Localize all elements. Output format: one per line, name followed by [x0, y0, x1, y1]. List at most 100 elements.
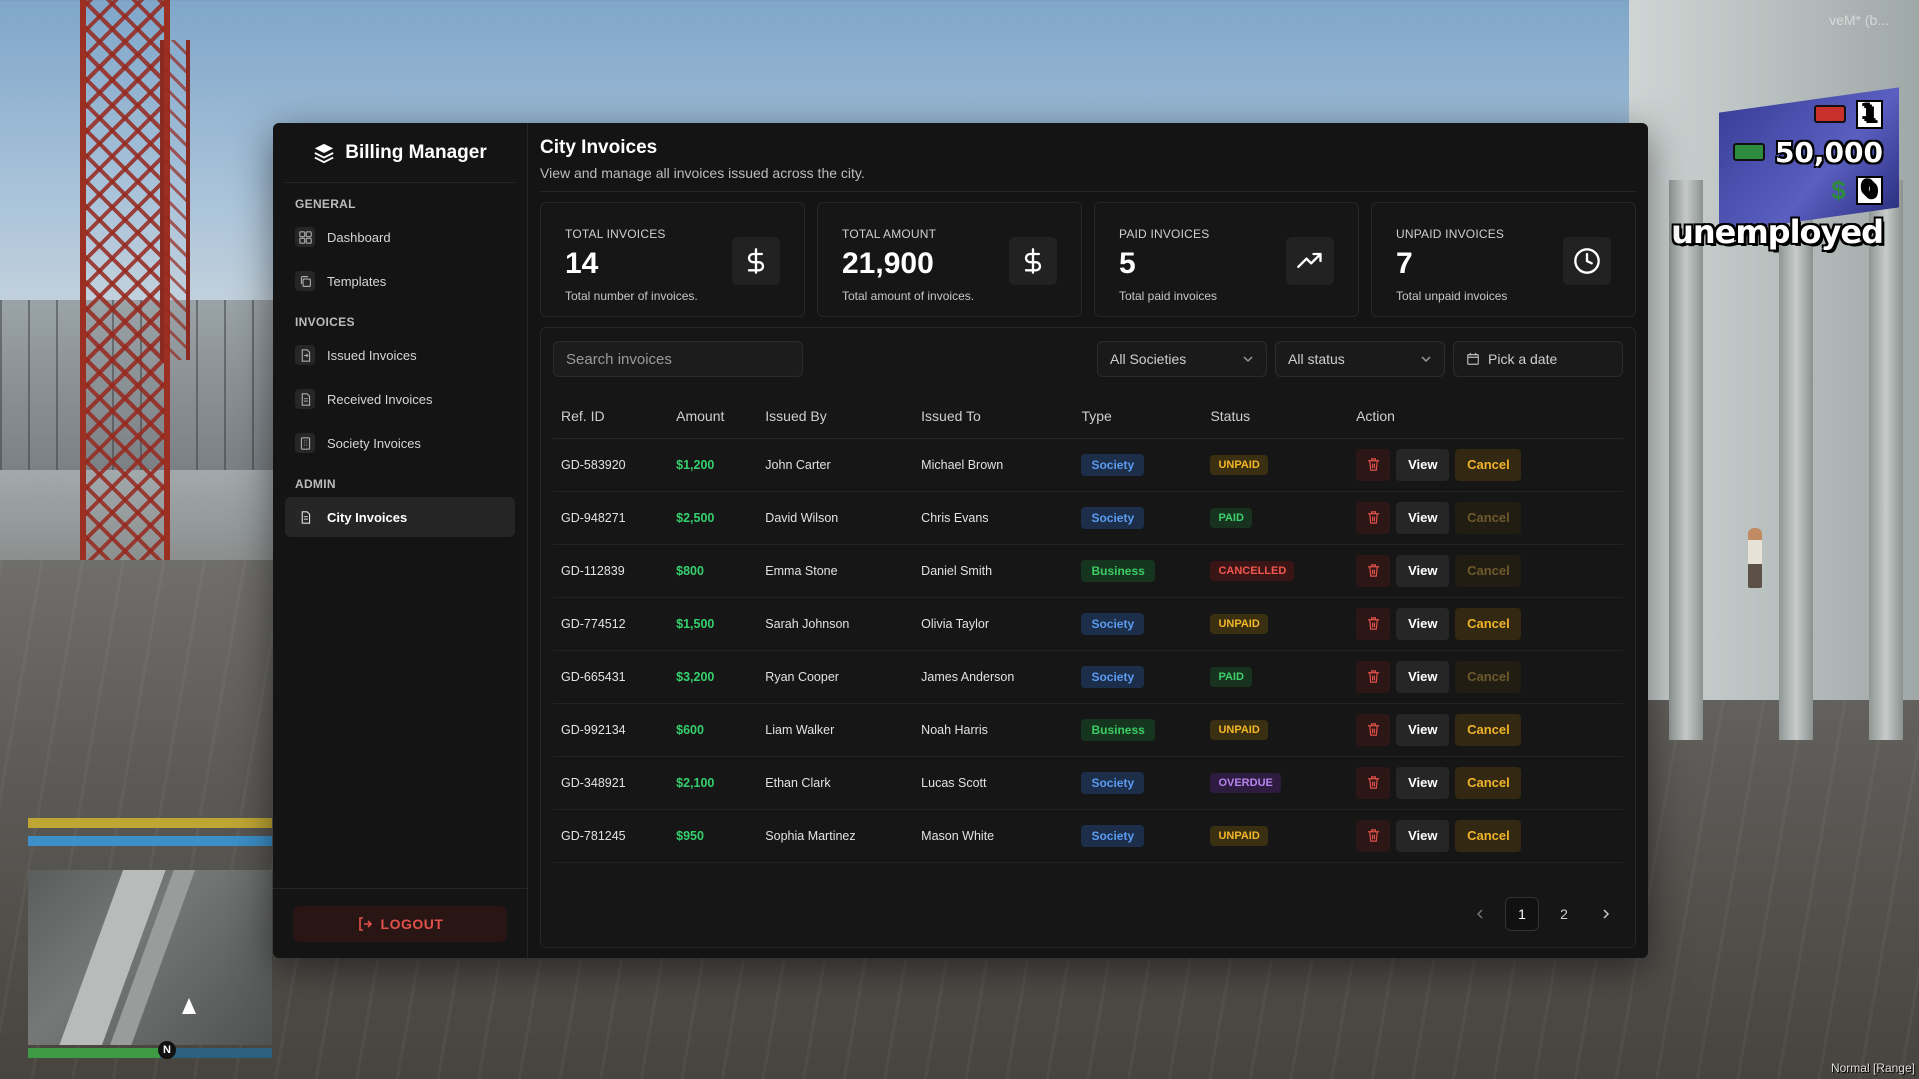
hud-stamina-bar — [28, 836, 272, 846]
sidebar-item-society-invoices[interactable]: Society Invoices — [285, 423, 515, 463]
status-cell: UNPAID — [1202, 597, 1349, 651]
issued-by-cell: John Carter — [757, 438, 914, 492]
delete-button[interactable] — [1356, 713, 1391, 746]
ref-id-cell: GD-948271 — [553, 491, 669, 545]
logout-button[interactable]: LOGOUT — [293, 905, 507, 942]
next-page-button[interactable] — [1589, 897, 1623, 931]
view-button[interactable]: View — [1396, 607, 1450, 640]
chevron-down-icon — [1421, 356, 1431, 363]
cash-icon — [1732, 143, 1765, 161]
amount-cell: $800 — [668, 544, 758, 598]
status-cell: UNPAID — [1202, 809, 1349, 863]
delete-button[interactable] — [1356, 660, 1391, 693]
type-cell: Society — [1073, 756, 1203, 810]
view-button[interactable]: View — [1396, 448, 1450, 481]
column-header: Status — [1202, 394, 1349, 439]
page-button-2[interactable]: 2 — [1547, 897, 1581, 931]
table-row: GD-992134 $600 Liam Walker Noah Harris Busin… — [553, 703, 1623, 757]
view-button[interactable]: View — [1396, 554, 1450, 587]
dollar-icon — [1009, 237, 1057, 285]
issued-to-cell: Daniel Smith — [913, 544, 1074, 598]
hud-cash: 50,000 — [1774, 135, 1883, 169]
delete-button[interactable] — [1356, 501, 1391, 534]
status-badge: UNPAID — [1210, 719, 1268, 740]
cancel-button[interactable]: Cancel — [1455, 766, 1522, 799]
sidebar-item-templates[interactable]: Templates — [285, 261, 515, 301]
type-cell: Business — [1073, 544, 1203, 598]
sidebar-item-label: Dashboard — [327, 229, 391, 245]
amount-cell: $600 — [668, 703, 758, 757]
society-filter-select[interactable]: All Societies — [1097, 341, 1267, 377]
amount-cell: $1,500 — [668, 597, 758, 651]
minimap — [28, 870, 272, 1045]
society-filter-value: All Societies — [1110, 351, 1187, 367]
view-button[interactable]: View — [1396, 713, 1450, 746]
cancel-button[interactable]: Cancel — [1455, 554, 1522, 587]
sidebar-item-label: Templates — [327, 273, 387, 289]
cancel-button[interactable]: Cancel — [1455, 607, 1522, 640]
bank-dollar-icon: $ — [1831, 174, 1846, 205]
ref-id-cell: GD-583920 — [553, 438, 669, 492]
background-pedestrian — [1748, 528, 1762, 588]
delete-button[interactable] — [1356, 607, 1391, 640]
stat-desc: Total number of invoices. — [565, 289, 698, 303]
cancel-button[interactable]: Cancel — [1455, 713, 1522, 746]
stat-card-unpaid-invoices: UNPAID INVOICES 7 Total unpaid invoices — [1371, 202, 1636, 317]
row-actions: View Cancel — [1356, 448, 1623, 481]
date-picker[interactable]: Pick a date — [1453, 341, 1623, 377]
type-badge: Society — [1081, 506, 1145, 529]
status-badge: PAID — [1210, 666, 1252, 687]
cancel-button[interactable]: Cancel — [1455, 448, 1522, 481]
issued-by-cell: Ryan Cooper — [757, 650, 914, 704]
prev-page-button[interactable] — [1463, 897, 1497, 931]
filter-bar: All Societies All status Pick a date — [553, 340, 1623, 378]
row-actions: View Cancel — [1356, 766, 1623, 799]
status-badge: UNPAID — [1210, 454, 1268, 475]
status-cell: UNPAID — [1202, 438, 1349, 492]
row-actions: View Cancel — [1356, 713, 1623, 746]
status-cell: PAID — [1202, 650, 1349, 704]
view-button[interactable]: View — [1396, 819, 1450, 852]
cancel-button[interactable]: Cancel — [1455, 819, 1522, 852]
view-button[interactable]: View — [1396, 766, 1450, 799]
issued-to-cell: Mason White — [913, 809, 1074, 863]
column-header: Amount — [668, 394, 758, 439]
cancel-button[interactable]: Cancel — [1455, 501, 1522, 534]
view-button[interactable]: View — [1396, 660, 1450, 693]
sidebar-item-city-invoices[interactable]: City Invoices — [285, 497, 515, 537]
issued-by-cell: Emma Stone — [757, 544, 914, 598]
nav-heading: GENERAL — [295, 197, 356, 211]
compass-north: N — [158, 1041, 176, 1059]
status-filter-select[interactable]: All status — [1275, 341, 1445, 377]
trash-icon — [1367, 723, 1379, 736]
table-body: GD-583920 $1,200 John Carter Michael Brown S… — [553, 438, 1623, 880]
sidebar-item-issued-invoices[interactable]: Issued Invoices — [285, 335, 515, 375]
issued-to-cell: Lucas Scott — [913, 756, 1074, 810]
cancel-button[interactable]: Cancel — [1455, 660, 1522, 693]
type-badge: Society — [1081, 453, 1145, 476]
sidebar-item-received-invoices[interactable]: Received Invoices — [285, 379, 515, 419]
delete-button[interactable] — [1356, 766, 1391, 799]
delete-button[interactable] — [1356, 448, 1391, 481]
status-cell: CANCELLED — [1202, 544, 1349, 598]
type-badge: Society — [1081, 665, 1145, 688]
page-button-1[interactable]: 1 — [1505, 897, 1539, 931]
brand-title: Billing Manager — [345, 141, 487, 163]
issued-to-cell: Noah Harris — [913, 703, 1074, 757]
view-button[interactable]: View — [1396, 501, 1450, 534]
status-filter-value: All status — [1288, 351, 1345, 367]
building-column — [1669, 180, 1703, 740]
ref-id-cell: GD-112839 — [553, 544, 669, 598]
chevron-right-icon — [1603, 909, 1610, 919]
hud-job: unemployed — [1671, 213, 1884, 251]
search-input[interactable] — [553, 341, 803, 377]
action-cell: View Cancel — [1348, 809, 1623, 863]
sidebar-item-label: Society Invoices — [327, 435, 421, 451]
trending-up-icon — [1286, 237, 1334, 285]
delete-button[interactable] — [1356, 554, 1391, 587]
background-crane-arm — [160, 40, 190, 360]
delete-button[interactable] — [1356, 819, 1391, 852]
sidebar-item-dashboard[interactable]: Dashboard — [285, 217, 515, 257]
type-cell: Society — [1073, 809, 1203, 863]
issued-by-cell: Sarah Johnson — [757, 597, 914, 651]
